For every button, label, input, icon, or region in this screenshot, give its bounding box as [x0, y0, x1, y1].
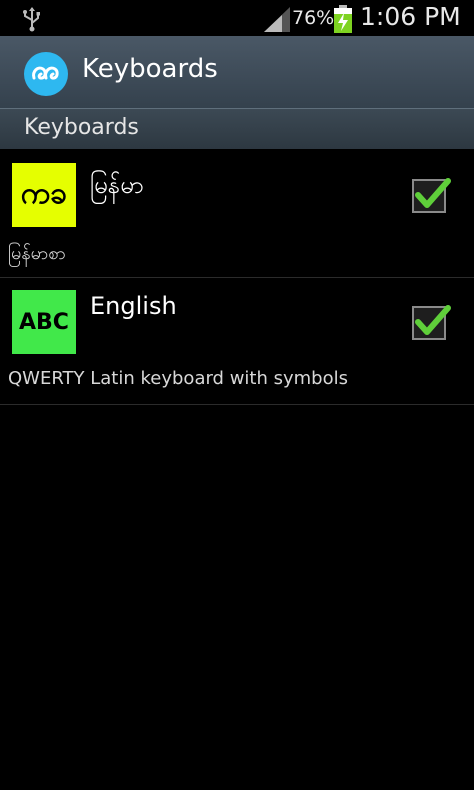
- icon-text: ကခ: [20, 175, 68, 211]
- keyboard-checkbox-myanmar[interactable]: [412, 178, 451, 213]
- keyboard-description: မြန်မာစာ: [8, 243, 66, 264]
- english-keyboard-icon: ABC: [12, 290, 76, 354]
- section-title: Keyboards: [24, 115, 139, 140]
- keyboard-item-english[interactable]: ABC English QWERTY Latin keyboard with s…: [0, 278, 474, 405]
- battery-percent: 76%: [292, 7, 335, 29]
- icon-text: ABC: [19, 309, 69, 335]
- signal-icon: [264, 7, 290, 32]
- app-logo-icon[interactable]: [24, 52, 68, 96]
- usb-icon: [23, 7, 40, 32]
- page-title: Keyboards: [82, 54, 218, 84]
- section-header: Keyboards: [0, 109, 474, 149]
- battery-charging-icon: [334, 5, 352, 33]
- myanmar-keyboard-icon: ကခ: [12, 163, 76, 227]
- keyboard-checkbox-english[interactable]: [412, 305, 451, 340]
- keyboard-title: English: [90, 292, 177, 320]
- keyboard-description: QWERTY Latin keyboard with symbols: [8, 368, 348, 389]
- keyboard-item-myanmar[interactable]: ကခ မြန်မာ မြန်မာစာ: [0, 151, 474, 278]
- keyboard-title: မြန်မာ: [90, 171, 144, 199]
- app-logo-glyph-icon: [32, 66, 59, 80]
- title-bar: Keyboards: [0, 36, 474, 109]
- clock: 1:06 PM: [360, 2, 461, 31]
- checkmark-icon: [415, 178, 451, 208]
- checkmark-icon: [415, 305, 451, 335]
- status-bar: 76% 1:06 PM: [0, 0, 474, 36]
